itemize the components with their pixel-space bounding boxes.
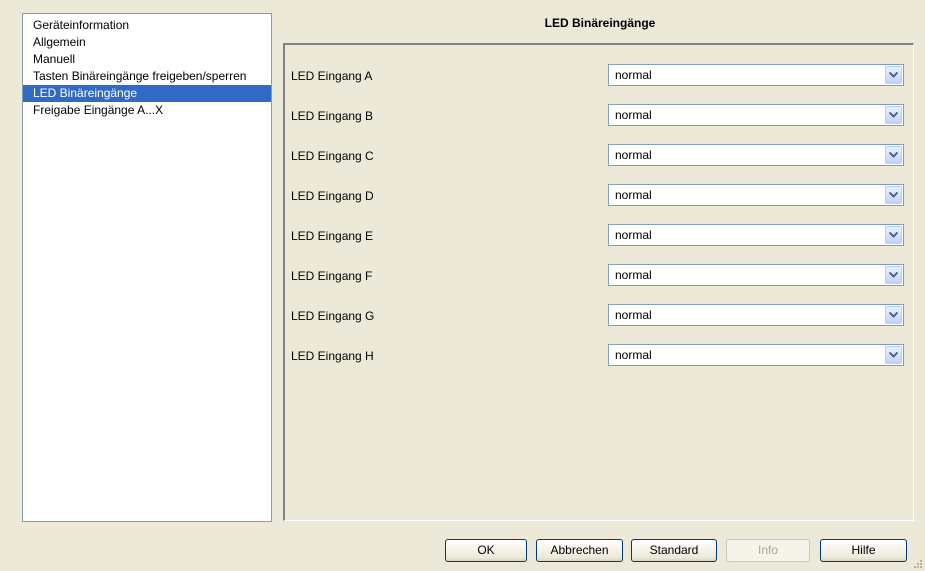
standard-button[interactable]: Standard [631, 539, 717, 562]
chevron-down-icon[interactable] [885, 226, 902, 244]
parameter-row-b: LED Eingang B normal [285, 104, 913, 128]
parameter-row-g: LED Eingang G normal [285, 304, 913, 328]
chevron-down-icon[interactable] [885, 66, 902, 84]
led-input-d-select[interactable]: normal [608, 184, 904, 206]
chevron-down-icon[interactable] [885, 186, 902, 204]
select-value: normal [615, 228, 652, 242]
select-value: normal [615, 308, 652, 322]
info-button: Info [726, 539, 810, 562]
select-value: normal [615, 68, 652, 82]
led-input-e-select[interactable]: normal [608, 224, 904, 246]
parameter-label: LED Eingang A [291, 69, 373, 83]
chevron-down-icon[interactable] [885, 306, 902, 324]
parameter-label: LED Eingang F [291, 269, 373, 283]
parameter-label: LED Eingang E [291, 229, 374, 243]
nav-item-general[interactable]: Allgemein [23, 34, 271, 51]
led-input-h-select[interactable]: normal [608, 344, 904, 366]
help-button[interactable]: Hilfe [820, 539, 907, 562]
cancel-button[interactable]: Abbrechen [536, 539, 623, 562]
parameter-row-f: LED Eingang F normal [285, 264, 913, 288]
parameter-row-h: LED Eingang H normal [285, 344, 913, 368]
select-value: normal [615, 348, 652, 362]
chevron-down-icon[interactable] [885, 266, 902, 284]
nav-item-device-info[interactable]: Geräteinformation [23, 17, 271, 34]
led-input-g-select[interactable]: normal [608, 304, 904, 326]
chevron-down-icon[interactable] [885, 146, 902, 164]
select-value: normal [615, 148, 652, 162]
nav-item-manual[interactable]: Manuell [23, 51, 271, 68]
led-input-b-select[interactable]: normal [608, 104, 904, 126]
parameter-label: LED Eingang G [291, 309, 375, 323]
parameter-label: LED Eingang D [291, 189, 374, 203]
parameter-row-c: LED Eingang C normal [285, 144, 913, 168]
parameter-label: LED Eingang C [291, 149, 374, 163]
led-input-f-select[interactable]: normal [608, 264, 904, 286]
parameter-row-a: LED Eingang A normal [285, 64, 913, 88]
parameter-label: LED Eingang H [291, 349, 374, 363]
parameter-panel: LED Eingang A normal LED Eingang B norma… [283, 43, 914, 521]
parameter-row-d: LED Eingang D normal [285, 184, 913, 208]
chevron-down-icon[interactable] [885, 106, 902, 124]
led-input-c-select[interactable]: normal [608, 144, 904, 166]
navigation-tree[interactable]: Geräteinformation Allgemein Manuell Tast… [22, 13, 272, 522]
parameter-row-e: LED Eingang E normal [285, 224, 913, 248]
page-title: LED Binäreingänge [544, 16, 656, 30]
led-input-a-select[interactable]: normal [608, 64, 904, 86]
nav-item-led-binary-inputs[interactable]: LED Binäreingänge [23, 85, 271, 102]
parameter-label: LED Eingang B [291, 109, 374, 123]
settings-dialog: Geräteinformation Allgemein Manuell Tast… [0, 0, 925, 571]
nav-item-input-release[interactable]: Freigabe Eingänge A...X [23, 102, 271, 119]
select-value: normal [615, 268, 652, 282]
select-value: normal [615, 108, 652, 122]
ok-button[interactable]: OK [445, 539, 527, 562]
chevron-down-icon[interactable] [885, 346, 902, 364]
resize-grip-icon[interactable] [911, 557, 923, 569]
select-value: normal [615, 188, 652, 202]
nav-item-binary-input-keys[interactable]: Tasten Binäreingänge freigeben/sperren [23, 68, 271, 85]
